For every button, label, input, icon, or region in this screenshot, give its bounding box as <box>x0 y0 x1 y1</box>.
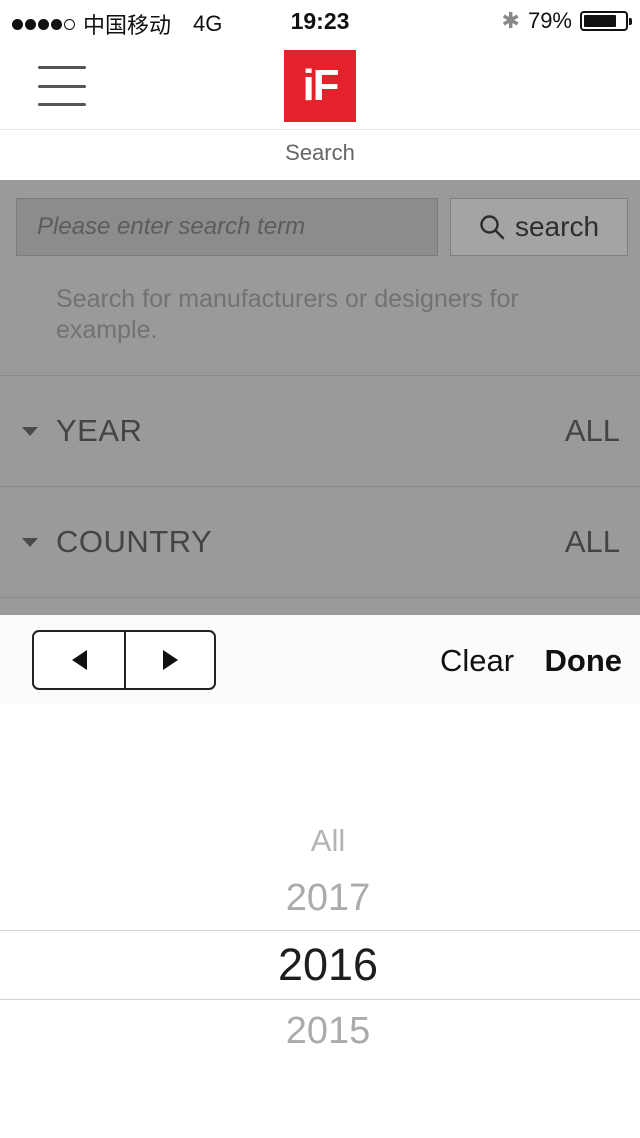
battery-icon <box>580 11 632 31</box>
filter-year-value: ALL <box>564 413 620 448</box>
caret-down-icon <box>22 538 38 547</box>
filter-year[interactable]: YEAR ALL <box>0 376 640 486</box>
divider <box>0 597 640 598</box>
done-button[interactable]: Done <box>545 615 623 707</box>
selection-indicator <box>0 930 640 931</box>
filter-country-label: COUNTRY <box>56 524 213 559</box>
if-logo[interactable]: iF <box>284 50 356 122</box>
year-picker[interactable]: All 2017 2016 2015 <box>0 705 640 1138</box>
selection-indicator <box>0 999 640 1000</box>
page-title: Search <box>0 130 640 180</box>
filter-year-label: YEAR <box>56 413 143 448</box>
triangle-right-icon <box>162 650 178 670</box>
search-icon <box>480 215 505 240</box>
picker-option[interactable]: All <box>0 823 640 859</box>
filter-country[interactable]: COUNTRY ALL <box>0 487 640 597</box>
prev-next-control <box>32 630 216 690</box>
app-header: iF <box>0 42 640 130</box>
search-panel: Please enter search term search Search f… <box>0 180 640 615</box>
battery-percent: 79% <box>527 8 572 33</box>
bluetooth-icon: ✱ <box>501 8 520 33</box>
picker-option-selected[interactable]: 2016 <box>0 939 640 991</box>
caret-down-icon <box>22 427 38 436</box>
search-button-label: search <box>514 211 600 242</box>
clear-button[interactable]: Clear <box>440 615 514 707</box>
picker-toolbar: Clear Done <box>0 615 640 705</box>
search-button[interactable]: search <box>450 198 628 256</box>
picker-option[interactable]: 2017 <box>0 877 640 920</box>
previous-button[interactable] <box>34 632 124 688</box>
search-hint: Search for manufacturers or designers fo… <box>56 285 519 344</box>
menu-icon[interactable] <box>38 66 86 106</box>
status-right: ✱ 79% <box>501 8 632 34</box>
triangle-left-icon <box>71 650 87 670</box>
status-bar: 中国移动 4G 19:23 ✱ 79% <box>0 0 640 42</box>
next-button[interactable] <box>124 632 214 688</box>
picker-option[interactable]: 2015 <box>0 1010 640 1053</box>
search-input[interactable]: Please enter search term <box>16 198 438 256</box>
filter-country-value: ALL <box>564 524 620 559</box>
